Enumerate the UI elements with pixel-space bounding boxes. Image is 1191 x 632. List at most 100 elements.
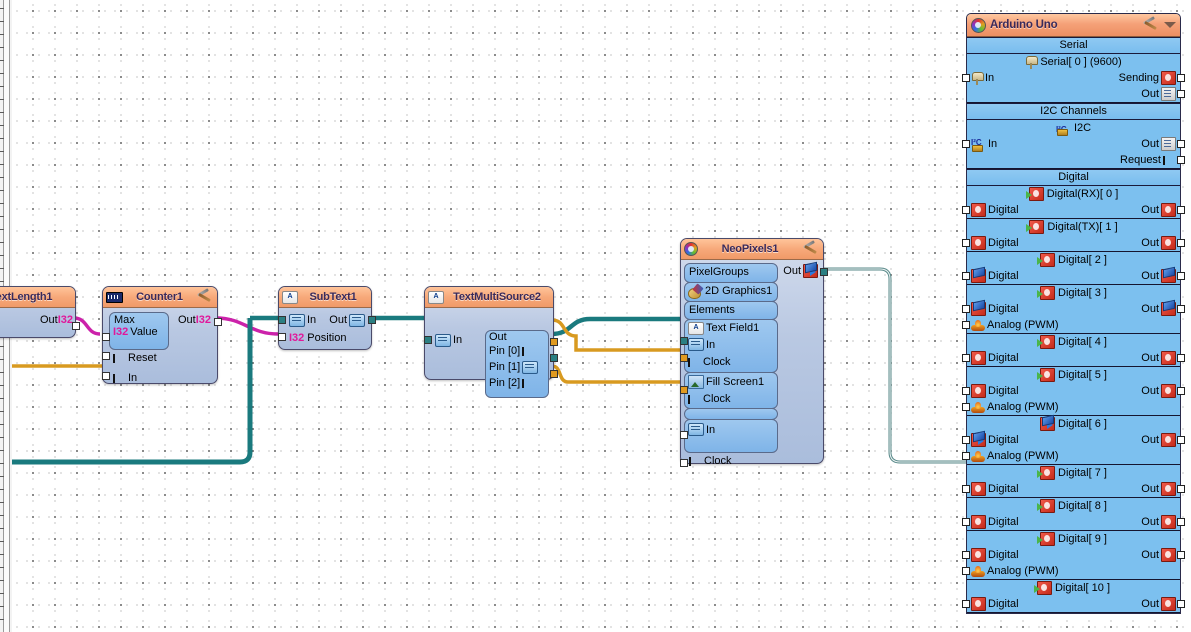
- arduino-pin-block[interactable]: Digital(TX)[ 1 ] Digital Out: [962, 219, 1185, 252]
- arduino-pin-row[interactable]: Digital Out: [962, 514, 1185, 530]
- input-port-in[interactable]: [278, 316, 286, 324]
- arduino-pin-row[interactable]: Analog (PWM): [962, 399, 1180, 415]
- arduino-pin-row[interactable]: Analog (PWM): [962, 448, 1180, 464]
- arduino-input-port[interactable]: [962, 74, 970, 82]
- arduino-pin-row[interactable]: Digital Out: [962, 350, 1185, 366]
- arduino-pin-row[interactable]: Digital Out: [962, 301, 1185, 317]
- arduino-pin-block[interactable]: Digital(RX)[ 0 ] Digital Out: [962, 186, 1185, 219]
- arduino-pin-block[interactable]: Digital[ 6 ] Digital Out Analog (PWM): [962, 416, 1185, 465]
- arduino-pin-row[interactable]: Digital Out: [962, 383, 1185, 399]
- node-header[interactable]: extLength1: [0, 287, 75, 308]
- arduino-pin-row[interactable]: Out: [967, 86, 1185, 102]
- arduino-pin-row[interactable]: In Sending: [962, 70, 1185, 86]
- input-port-textfield-clock[interactable]: [680, 354, 688, 362]
- arduino-output-port[interactable]: [1177, 156, 1185, 164]
- input-port-group-in[interactable]: [680, 431, 688, 439]
- arduino-pin-row[interactable]: Analog (PWM): [962, 563, 1180, 579]
- tools-icon[interactable]: [196, 290, 214, 305]
- output-port-out[interactable]: [820, 268, 828, 276]
- arduino-pin-block[interactable]: Serial[ 0 ] (9600) In Sending Out: [962, 54, 1185, 103]
- arduino-pin-block[interactable]: Digital[ 2 ] Digital Out: [962, 252, 1185, 285]
- input-port-reset[interactable]: [102, 352, 110, 360]
- arduino-pin-row[interactable]: Digital Out: [962, 547, 1185, 563]
- arduino-pin-row[interactable]: Digital Out: [962, 432, 1185, 448]
- arduino-pin-row[interactable]: In Out: [962, 136, 1185, 152]
- arduino-input-port[interactable]: [962, 452, 970, 460]
- node-neopixels1[interactable]: NeoPixels1 PixelGroups 2D Graphics1 Elem…: [680, 238, 828, 467]
- arduino-output-port[interactable]: [1177, 239, 1185, 247]
- arduino-output-port[interactable]: [1177, 305, 1185, 313]
- output-port-pin0[interactable]: [550, 338, 558, 346]
- arduino-pin-block[interactable]: Digital[ 5 ] Digital Out Analog (PWM): [962, 367, 1185, 416]
- output-port-out[interactable]: [368, 316, 376, 324]
- input-port-fillscreen-clock[interactable]: [680, 386, 688, 394]
- tools-icon[interactable]: [802, 242, 820, 257]
- arduino-input-port[interactable]: [962, 305, 970, 313]
- arduino-pin-row[interactable]: Digital Out: [962, 202, 1185, 218]
- output-port-out[interactable]: [214, 318, 222, 326]
- node-header[interactable]: A TextMultiSource2: [425, 287, 553, 308]
- door-icon: [1161, 203, 1176, 217]
- output-port-pin1[interactable]: [550, 354, 558, 362]
- arduino-input-port[interactable]: [962, 436, 970, 444]
- arduino-pin-row[interactable]: Digital Out: [962, 596, 1185, 612]
- arduino-output-port[interactable]: [1177, 140, 1185, 148]
- arduino-pin-row[interactable]: Digital Out: [962, 235, 1185, 251]
- arduino-input-port[interactable]: [962, 272, 970, 280]
- arduino-input-port[interactable]: [962, 518, 970, 526]
- pin-row-left: Digital: [971, 482, 1019, 496]
- arduino-pin-row[interactable]: Digital Out: [962, 481, 1185, 497]
- output-port-pin2[interactable]: [550, 370, 558, 378]
- arduino-pin-row[interactable]: Analog (PWM): [962, 317, 1180, 333]
- arduino-input-port[interactable]: [962, 485, 970, 493]
- arduino-pin-block[interactable]: I2C In Out Request: [962, 120, 1185, 169]
- arduino-pin-row[interactable]: Request: [967, 152, 1185, 168]
- node-header[interactable]: Counter1: [103, 287, 217, 308]
- input-port-textfield-in[interactable]: [680, 337, 688, 345]
- arduino-output-port[interactable]: [1177, 518, 1185, 526]
- arduino-pin-block[interactable]: Digital[ 4 ] Digital Out: [962, 334, 1185, 367]
- arduino-input-port[interactable]: [962, 140, 970, 148]
- arduino-output-port[interactable]: [1177, 90, 1185, 98]
- arduino-input-port[interactable]: [962, 567, 970, 575]
- arduino-output-port[interactable]: [1177, 206, 1185, 214]
- input-port-bottom-clock[interactable]: [680, 459, 688, 467]
- tools-icon[interactable]: [1142, 18, 1160, 33]
- arduino-pin-block[interactable]: Digital[ 8 ] Digital Out: [962, 498, 1185, 531]
- arduino-uno-panel[interactable]: Arduino Uno Serial Serial[ 0 ] (9600) In Se…: [962, 13, 1185, 614]
- node-textmultisource2[interactable]: A TextMultiSource2 In Out Pin [0] Pin [1…: [424, 286, 558, 398]
- arduino-input-port[interactable]: [962, 403, 970, 411]
- input-port-value[interactable]: [102, 333, 110, 341]
- arduino-pin-block[interactable]: Digital[ 9 ] Digital Out Analog (PWM): [962, 531, 1185, 580]
- node-textlength1[interactable]: extLength1 Out I32: [0, 286, 80, 338]
- node-subtext1[interactable]: A SubText1 In I32 Position Out: [278, 286, 376, 350]
- arduino-output-port[interactable]: [1177, 551, 1185, 559]
- arduino-input-port[interactable]: [962, 600, 970, 608]
- arduino-output-port[interactable]: [1177, 74, 1185, 82]
- arduino-output-port[interactable]: [1177, 436, 1185, 444]
- arduino-input-port[interactable]: [962, 551, 970, 559]
- arduino-input-port[interactable]: [962, 354, 970, 362]
- arduino-pin-block[interactable]: Digital[ 3 ] Digital Out Analog (PWM): [962, 285, 1185, 334]
- arduino-output-port[interactable]: [1177, 600, 1185, 608]
- arduino-pin-block[interactable]: Digital[ 7 ] Digital Out: [962, 465, 1185, 498]
- node-counter1[interactable]: Counter1 Max I32 Value Reset In Out I32: [102, 286, 222, 384]
- arduino-input-port[interactable]: [962, 387, 970, 395]
- arduino-output-port[interactable]: [1177, 354, 1185, 362]
- node-header[interactable]: NeoPixels1: [681, 239, 823, 260]
- arduino-panel-header[interactable]: Arduino Uno: [967, 14, 1180, 37]
- input-port-position[interactable]: [278, 333, 286, 341]
- output-port-out[interactable]: [72, 322, 80, 330]
- input-port-in[interactable]: [102, 372, 110, 380]
- node-header[interactable]: A SubText1: [279, 287, 371, 308]
- arduino-input-port[interactable]: [962, 321, 970, 329]
- input-port-in[interactable]: [424, 336, 432, 344]
- arduino-output-port[interactable]: [1177, 272, 1185, 280]
- arduino-input-port[interactable]: [962, 239, 970, 247]
- chevron-down-icon[interactable]: [1164, 22, 1176, 28]
- arduino-input-port[interactable]: [962, 206, 970, 214]
- arduino-pin-block[interactable]: Digital[ 10 ] Digital Out: [962, 580, 1185, 613]
- arduino-output-port[interactable]: [1177, 387, 1185, 395]
- arduino-output-port[interactable]: [1177, 485, 1185, 493]
- arduino-pin-row[interactable]: Digital Out: [962, 268, 1185, 284]
